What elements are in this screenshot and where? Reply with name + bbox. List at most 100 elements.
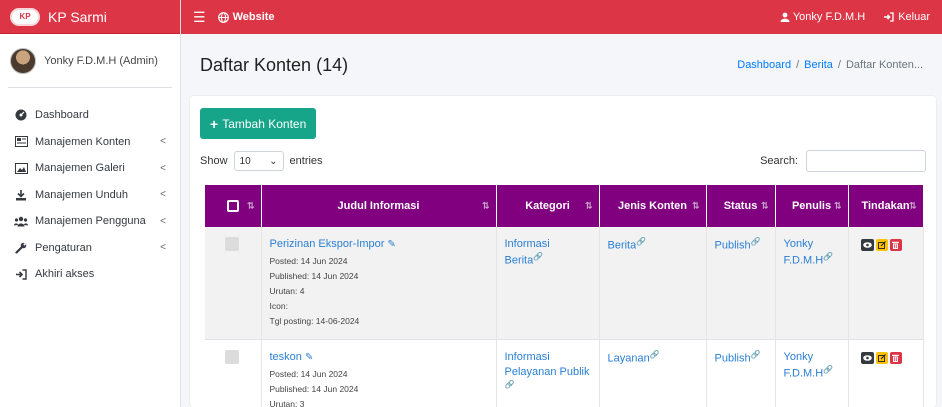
topbar: ☰ Website Yonky F.D.M.H Keluar	[181, 0, 942, 34]
edit-button[interactable]	[875, 239, 888, 251]
content-title-link[interactable]: Perizinan Ekspor-Impor	[270, 238, 385, 250]
jenis-link[interactable]: Layanan	[608, 353, 650, 365]
pencil-icon[interactable]: ✎	[388, 239, 396, 250]
user-panel[interactable]: Yonky F.D.M.H (Admin)	[8, 34, 172, 88]
sort-icon: ⇅	[246, 200, 255, 211]
sidebar-item-konten[interactable]: Manajemen Konten <	[0, 129, 180, 156]
user-menu-label: Yonky F.D.M.H	[792, 11, 866, 23]
trash-icon	[892, 241, 899, 249]
column-header-kategori[interactable]: Kategori ⇅	[496, 185, 600, 227]
website-link[interactable]: Website	[217, 11, 275, 23]
meta-published: Published: 14 Jun 2024	[269, 271, 359, 281]
show-label: Show	[200, 155, 228, 167]
jenis-link[interactable]: Berita	[608, 240, 637, 252]
sort-icon: ⇅	[584, 200, 593, 211]
column-header-jenis[interactable]: Jenis Konten ⇅	[599, 185, 707, 227]
sidebar-item-unduh[interactable]: Manajemen Unduh <	[0, 182, 180, 209]
sidebar-item-label: Pengaturan	[35, 241, 92, 254]
view-button[interactable]	[860, 352, 874, 364]
meta-posted: Posted: 14 Jun 2024	[269, 256, 348, 266]
edit-button[interactable]	[875, 352, 888, 364]
globe-icon	[217, 11, 229, 23]
topbar-right: Yonky F.D.M.H Keluar	[780, 11, 930, 23]
sort-icon: ⇅	[691, 200, 700, 211]
sidebar-item-label: Manajemen Galeri	[35, 162, 125, 175]
pencil-icon[interactable]: ✎	[305, 352, 313, 363]
delete-button[interactable]	[889, 239, 902, 251]
hamburger-menu-icon[interactable]: ☰	[193, 9, 206, 26]
search-input[interactable]	[806, 150, 926, 172]
edit-icon	[877, 354, 886, 362]
breadcrumb-berita[interactable]: Berita	[804, 59, 833, 71]
column-header-penulis[interactable]: Penulis ⇅	[775, 185, 849, 227]
sidebar-item-label: Manajemen Konten	[35, 135, 131, 148]
website-label: Website	[232, 11, 275, 23]
add-content-button[interactable]: + Tambah Konten	[200, 108, 317, 139]
kategori-link[interactable]: Informasi Pelayanan Publik	[505, 351, 590, 378]
search-label: Search:	[760, 155, 798, 167]
breadcrumb-separator: /	[796, 59, 800, 71]
chevron-left-icon: <	[160, 162, 166, 174]
column-header-status[interactable]: Status ⇅	[706, 185, 776, 227]
meta-posted: Posted: 14 Jun 2024	[269, 369, 348, 379]
brand-name: KP Sarmi	[48, 8, 107, 25]
sort-icon: ⇅	[760, 200, 769, 211]
link-icon: 🔗	[823, 252, 834, 261]
table-row: Perizinan Ekspor-Impor ✎ Posted: 14 Jun …	[205, 227, 924, 340]
logout-link[interactable]: Keluar	[883, 11, 930, 23]
chevron-left-icon: <	[160, 189, 166, 201]
user-menu[interactable]: Yonky F.D.M.H	[780, 11, 865, 23]
logout-label: Keluar	[898, 11, 930, 23]
edit-icon	[877, 241, 886, 249]
penulis-link[interactable]: Yonky F.D.M.H	[784, 351, 824, 380]
wrench-icon	[14, 242, 28, 254]
meta-icon: Icon:	[269, 301, 288, 311]
sidebar-item-pengguna[interactable]: Manajemen Pengguna <	[0, 208, 180, 235]
page-title: Daftar Konten (14)	[200, 54, 349, 75]
kategori-cell: Informasi Berita🔗	[496, 227, 600, 340]
brand-link[interactable]: KP KP Sarmi	[0, 0, 180, 34]
entries-select-value: 10	[239, 155, 251, 167]
link-icon: 🔗	[533, 252, 544, 261]
meta-urutan: Urutan: 3	[269, 399, 305, 407]
column-header-label: Jenis Konten	[617, 200, 688, 212]
users-icon	[14, 215, 28, 227]
link-icon: 🔗	[636, 237, 647, 246]
tachometer-icon	[14, 109, 28, 121]
view-button[interactable]	[860, 239, 874, 251]
chevron-left-icon: <	[160, 215, 166, 227]
jenis-cell: Berita🔗	[599, 227, 707, 340]
sidebar-item-logout[interactable]: Akhiri akses	[0, 261, 180, 288]
breadcrumb-separator: /	[837, 59, 841, 71]
column-header-tindakan[interactable]: Tindakan ⇅	[848, 185, 924, 227]
title-cell: teskon ✎ Posted: 14 Jun 2024 Published: …	[261, 339, 497, 407]
link-icon: 🔗	[750, 237, 761, 246]
sidebar-item-dashboard[interactable]: Dashboard	[0, 102, 180, 129]
actions-cell	[848, 227, 924, 340]
content-title-link[interactable]: teskon	[270, 351, 302, 363]
entries-select[interactable]: 10 ⌄	[233, 151, 284, 171]
row-actions	[857, 350, 915, 364]
sign-out-icon	[14, 268, 28, 280]
status-link[interactable]: Publish	[715, 240, 751, 252]
download-icon	[14, 189, 28, 201]
breadcrumb-dashboard[interactable]: Dashboard	[737, 59, 791, 71]
row-checkbox[interactable]	[225, 237, 239, 251]
content-meta: Posted: 14 Jun 2024 Published: 14 Jun 20…	[270, 367, 488, 407]
sidebar-nav: Dashboard Manajemen Konten < Manajemen G…	[0, 102, 180, 288]
select-all-checkbox[interactable]	[226, 200, 239, 213]
penulis-link[interactable]: Yonky F.D.M.H	[784, 238, 824, 267]
kategori-cell: Informasi Pelayanan Publik 🔗	[496, 339, 600, 407]
status-link[interactable]: Publish	[715, 353, 751, 365]
sidebar-item-galeri[interactable]: Manajemen Galeri <	[0, 155, 180, 182]
delete-button[interactable]	[889, 352, 902, 364]
select-all-header[interactable]: ⇅	[205, 185, 262, 227]
column-header-label: Kategori	[525, 200, 570, 212]
column-header-judul[interactable]: Judul Informasi ⇅	[261, 185, 497, 227]
sidebar: KP KP Sarmi Yonky F.D.M.H (Admin) Dashbo…	[0, 0, 181, 407]
row-checkbox[interactable]	[225, 350, 239, 364]
content-header: Daftar Konten (14) Dashboard / Berita / Daft…	[181, 34, 942, 96]
column-header-label: Tindakan	[861, 200, 910, 212]
sidebar-item-pengaturan[interactable]: Pengaturan <	[0, 235, 180, 262]
sort-icon: ⇅	[908, 200, 917, 211]
